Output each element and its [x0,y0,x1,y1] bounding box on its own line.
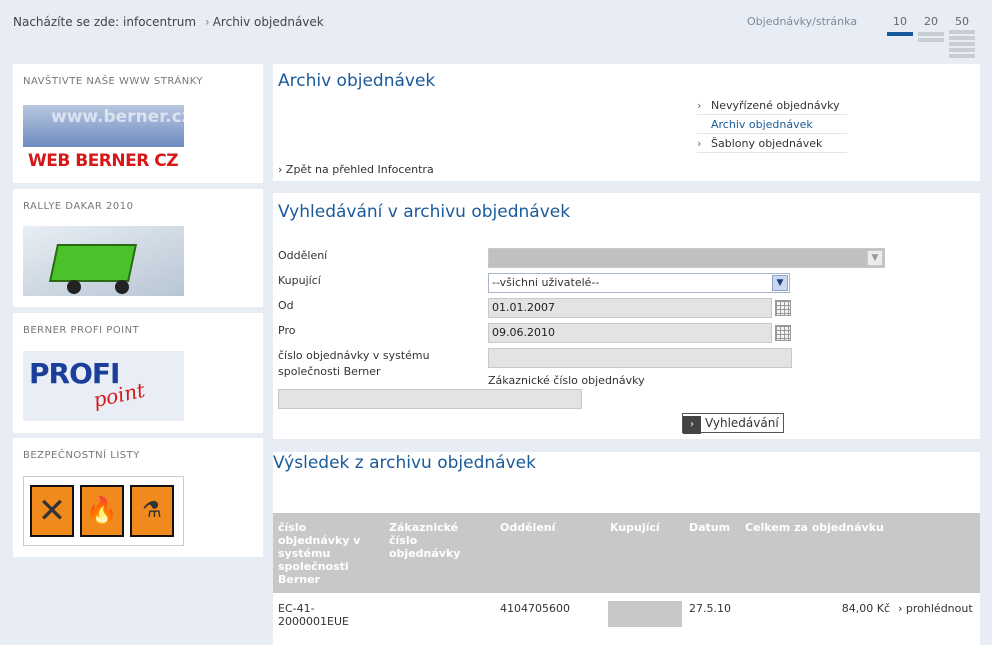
to-date-input[interactable]: 09.06.2010 [488,323,772,343]
order-number-label: číslo objednávky v systému společnosti B… [278,349,430,378]
chevron-right-icon: › [697,99,702,112]
profi-point-banner[interactable]: PROFI point [23,351,184,421]
archive-panel: Archiv objednávek › Nevyřízené objednávky… [273,64,980,181]
sidebar-box-title: BEZPEČNOSTNÍ LISTY [23,450,140,461]
chevron-right-icon: › [898,602,903,615]
chevron-right-icon: › [697,137,702,150]
to-label: Pro [278,324,296,337]
sidebar-box-title: RALLYE DAKAR 2010 [23,201,134,212]
subnav-order-archive[interactable]: Archiv objednávek [697,115,847,134]
column-buyer: Kupující [610,521,660,534]
breadcrumb-prefix: Nacházíte se zde: [13,15,120,29]
column-department: Oddělení [500,521,556,534]
results-table-header: číslo objednávky v systému společnosti B… [273,513,980,593]
sidebar-box-profi-point: BERNER PROFI POINT PROFI point [13,313,263,433]
cell-total: 84,00 Kč [841,602,890,615]
subnav-order-templates[interactable]: › Šablony objednávek [697,134,847,153]
cell-department: 4104705600 [500,602,570,615]
subnav-pending-orders[interactable]: › Nevyřízené objednávky [697,96,847,115]
back-to-infocentrum-link[interactable]: › Zpět na přehled Infocentra [278,163,434,176]
sidebar-box-safety-sheets: BEZPEČNOSTNÍ LISTY ✕ 🔥 ⚗ [13,438,263,557]
archive-title: Archiv objednávek [278,71,436,91]
calendar-icon[interactable] [775,325,791,341]
search-panel: Vyhledávání v archivu objednávek Oddělen… [273,193,980,439]
breadcrumb: Nacházíte se zde: infocentrum › Archiv ob… [13,15,324,29]
calendar-icon[interactable] [775,300,791,316]
customer-order-number-label: Zákaznické číslo objednávky [488,374,645,387]
corrosive-icon: ⚗ [130,485,174,537]
order-subnav: › Nevyřízené objednávky Archiv objednávek… [697,96,847,153]
search-button[interactable]: › Vyhledávání [682,413,784,434]
per-page-option-20[interactable]: 20 [918,15,944,42]
department-label: Oddělení [278,249,328,262]
column-order-number: číslo objednávky v systému společnosti B… [278,521,361,586]
web-berner-banner[interactable]: www.berner.cz WEB BERNER CZ [23,105,192,175]
from-label: Od [278,299,294,312]
column-customer-number: Zákaznické číslo objednávky [389,521,461,560]
order-number-input[interactable] [488,348,792,368]
results-title: Výsledek z archivu objednávek [273,453,536,473]
view-order-link[interactable]: › prohlédnout [898,602,973,615]
per-page-option-50[interactable]: 50 [949,15,975,60]
chevron-right-icon: › [278,163,283,176]
sidebar-box-title: NAVŠTIVTE NAŠE WWW STRÁNKY [23,76,204,87]
dakar-truck-image[interactable] [23,226,184,296]
breadcrumb-current: Archiv objednávek [212,15,324,29]
chevron-right-icon: › [683,416,701,434]
per-page-option-10[interactable]: 10 [887,15,913,36]
search-title: Vyhledávání v archivu objednávek [278,202,571,222]
buyer-select[interactable]: --všichni uživatelé-- ▼ [488,273,790,293]
cell-order-number: EC-41-2000001EUE [278,602,349,628]
column-total: Celkem za objednávku [745,521,884,534]
chevron-down-icon: ▼ [772,275,788,291]
customer-order-number-input[interactable] [278,389,582,409]
sidebar-box-web: NAVŠTIVTE NAŠE WWW STRÁNKY www.berner.cz… [13,64,263,183]
results-panel: Výsledek z archivu objednávek číslo obje… [273,452,980,645]
hazard-x-icon: ✕ [30,485,74,537]
hazard-symbols-image[interactable]: ✕ 🔥 ⚗ [23,476,184,546]
from-date-input[interactable]: 01.01.2007 [488,298,772,318]
cell-buyer [608,601,682,627]
column-date: Datum [689,521,731,534]
chevron-down-icon: ▼ [867,250,883,266]
breadcrumb-separator: › [204,15,210,29]
flammable-icon: 🔥 [80,485,124,537]
per-page-label: Objednávky/stránka [747,15,858,28]
breadcrumb-link-infocentrum[interactable]: infocentrum [123,15,196,29]
sidebar-box-title: BERNER PROFI POINT [23,325,140,336]
cell-date: 27.5.10 [689,602,731,615]
buyer-label: Kupující [278,274,321,287]
department-select[interactable]: ▼ [488,248,885,268]
sidebar-box-dakar: RALLYE DAKAR 2010 [13,189,263,307]
